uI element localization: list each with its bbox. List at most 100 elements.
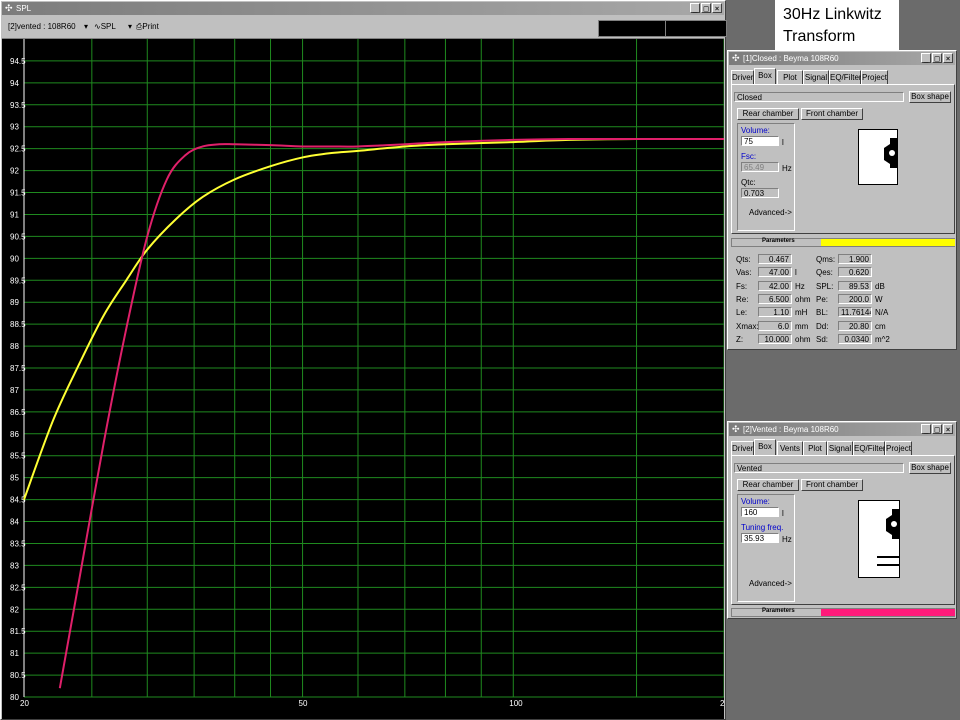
vented-box-title: [2]Vented : Beyma 108R60	[743, 425, 839, 434]
maximize-icon[interactable]: □	[701, 3, 711, 13]
minimize-icon[interactable]: _	[690, 3, 700, 13]
tab-eq-filter[interactable]: EQ/Filter	[853, 441, 886, 455]
advanced-link[interactable]: Advanced->	[749, 208, 792, 217]
tab-box[interactable]: Box	[754, 439, 776, 455]
readout-box-1	[598, 20, 666, 37]
y-tick-label: 86	[10, 430, 19, 439]
param-unit: cm	[875, 321, 886, 331]
param-label: Vas:	[736, 268, 752, 278]
vented-box-window: ✣ [2]Vented : Beyma 108R60 _ □ × Driver …	[727, 421, 957, 619]
fsc-unit: Hz	[782, 164, 792, 173]
parameters-label: Parameters	[762, 238, 795, 244]
param-unit: dB	[875, 281, 885, 291]
tab-box[interactable]: Box	[754, 68, 776, 84]
y-tick-label: 87	[10, 386, 19, 395]
maximize-icon[interactable]: □	[932, 53, 942, 63]
spl-window-title: SPL	[16, 4, 32, 13]
qtc-field: 0.703	[741, 188, 779, 198]
speaker-icon	[877, 509, 899, 566]
tab-plot[interactable]: Plot	[803, 441, 827, 455]
tab-eq-filter[interactable]: EQ/Filter	[829, 70, 862, 84]
print-button[interactable]: ⎙Print	[136, 21, 164, 33]
plot-area[interactable]: 94.5 94 93.5 93 92.5 92 91.5 91 90.5 90 89.5 89 88.5…	[2, 39, 724, 719]
rear-chamber-button[interactable]: Rear chamber	[737, 479, 799, 491]
x-tick-label: 200	[720, 699, 724, 708]
param-value: 1.10	[758, 307, 792, 318]
tab-vents[interactable]: Vents	[777, 441, 803, 455]
box-type-field: Closed	[734, 92, 904, 102]
minimize-icon[interactable]: _	[921, 53, 931, 63]
closed-tab-panel: Closed Box shape Rear chamber Front cham…	[731, 84, 955, 234]
y-tick-label: 81	[10, 649, 19, 658]
speaker-icon	[884, 138, 897, 168]
driver-select[interactable]: [2]vented : 108R60 ▾	[8, 21, 88, 33]
param-label: Le:	[736, 308, 748, 318]
volume-unit: l	[782, 138, 784, 147]
front-chamber-button[interactable]: Front chamber	[801, 108, 863, 120]
y-tick-label: 85	[10, 474, 19, 483]
closed-box-title: [1]Closed : Beyma 108R60	[743, 54, 839, 63]
volume-label: Volume:	[741, 497, 770, 506]
param-unit: N/A	[875, 308, 889, 318]
param-unit: l	[795, 268, 797, 278]
advanced-link[interactable]: Advanced->	[749, 579, 792, 588]
param-unit: mm	[795, 321, 809, 331]
tab-project[interactable]: Project	[861, 70, 888, 84]
tab-signal[interactable]: Signal	[827, 441, 853, 455]
tab-project[interactable]: Project	[885, 441, 912, 455]
vented-tab-panel: Vented Box shape Rear chamber Front cham…	[731, 455, 955, 605]
param-value: 20.80	[838, 320, 872, 331]
tab-plot[interactable]: Plot	[777, 70, 803, 84]
closed-tabs: Driver Box Plot Signal EQ/Filter Project	[731, 68, 955, 84]
tab-signal[interactable]: Signal	[803, 70, 829, 84]
y-tick-label: 88	[10, 342, 19, 351]
front-chamber-button[interactable]: Front chamber	[801, 479, 863, 491]
chevron-down-icon: ▾	[83, 22, 88, 31]
y-tick-label: 92	[10, 167, 19, 176]
param-label: Xmax:	[736, 321, 759, 331]
param-value: 11.76144	[838, 307, 872, 318]
spl-titlebar[interactable]: ✣ SPL _ □ ×	[2, 2, 724, 15]
tuning-freq-input[interactable]: 35.93	[741, 533, 779, 543]
x-tick-label: 20	[20, 699, 29, 708]
close-icon[interactable]: ×	[943, 424, 953, 434]
param-value: 0.0340	[838, 333, 872, 344]
qtc-label: Qtc:	[741, 178, 756, 187]
box-shape-button[interactable]: Box shape	[909, 91, 951, 103]
volume-input[interactable]: 75	[741, 136, 779, 146]
spl-chart: 94.59493.59392.59291.59190.59089.58988.5…	[10, 39, 724, 708]
param-value: 89.53	[838, 280, 872, 291]
close-icon[interactable]: ×	[712, 3, 722, 13]
tuning-freq-label: Tuning freq.	[741, 523, 784, 532]
box-type-field: Vented	[734, 463, 904, 473]
x-tick-label: 100	[509, 699, 523, 708]
minimize-icon[interactable]: _	[921, 424, 931, 434]
param-label: Qts:	[736, 255, 751, 264]
y-tick-label: 89	[10, 298, 19, 307]
param-label: Pe:	[816, 294, 829, 304]
box-shape-button[interactable]: Box shape	[909, 462, 951, 474]
app-icon: ✣	[5, 3, 13, 13]
param-value: 0.620	[838, 267, 872, 278]
y-tick-label: 90	[10, 254, 19, 263]
tab-driver[interactable]: Driver	[731, 441, 754, 455]
param-value: 1.900	[838, 254, 872, 264]
volume-input[interactable]: 160	[741, 507, 779, 517]
caption-line-2: Transform	[783, 28, 856, 45]
rear-chamber-button[interactable]: Rear chamber	[737, 108, 799, 120]
caption-box: 30Hz Linkwitz Transform	[775, 0, 899, 54]
waveform-icon: ∿	[94, 22, 101, 31]
caption-line-1: 30Hz Linkwitz	[783, 6, 882, 23]
tab-driver[interactable]: Driver	[731, 70, 754, 84]
volume-label: Volume:	[741, 126, 770, 135]
param-value: 6.500	[758, 293, 792, 304]
x-tick-label: 50	[299, 699, 308, 708]
param-label: Re:	[736, 294, 749, 304]
volume-unit: l	[782, 509, 784, 518]
vented-box-titlebar[interactable]: ✣ [2]Vented : Beyma 108R60 _ □ ×	[729, 423, 955, 436]
chevron-down-icon: ▾	[127, 22, 132, 31]
plot-type-select[interactable]: ∿SPL ▾	[94, 21, 132, 33]
close-icon[interactable]: ×	[943, 53, 953, 63]
maximize-icon[interactable]: □	[932, 424, 942, 434]
closed-box-titlebar[interactable]: ✣ [1]Closed : Beyma 108R60 _ □ ×	[729, 52, 955, 65]
